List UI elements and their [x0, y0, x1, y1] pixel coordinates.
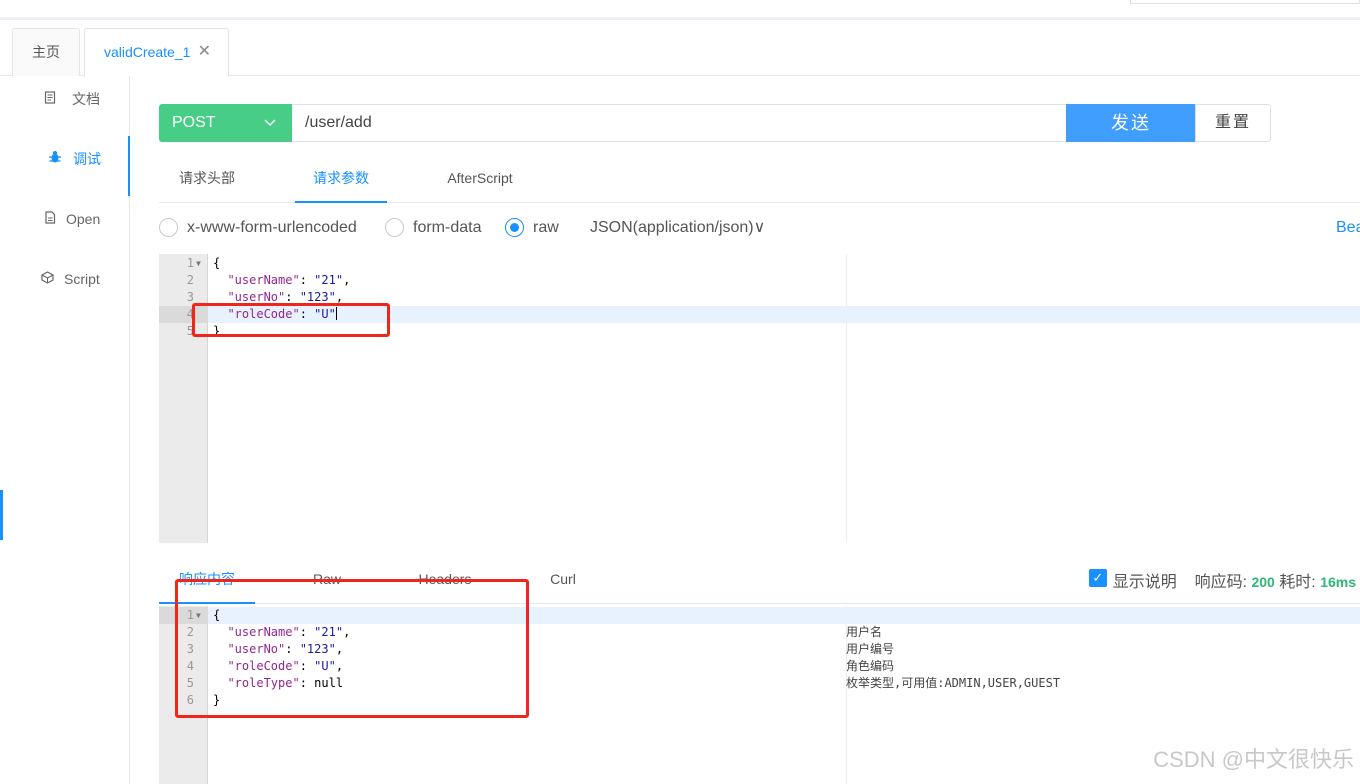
- sidebar-item-label: Open: [66, 211, 101, 227]
- page-tabbar: 主页 validCreate_1 ✕: [0, 22, 1360, 77]
- tab-curl[interactable]: Curl: [539, 560, 587, 604]
- top-bar: [0, 0, 1360, 20]
- fold-icon[interactable]: ▼: [196, 255, 201, 272]
- file-icon: [44, 196, 56, 242]
- radio-label: form-data: [413, 219, 482, 236]
- radio-label: x-www-form-urlencoded: [187, 219, 357, 236]
- field-description: 枚举类型,可用值:ADMIN,USER,GUEST: [846, 676, 1061, 690]
- time-label: 耗时:: [1279, 574, 1316, 591]
- sidebar-item-open[interactable]: Open: [0, 196, 130, 256]
- tab-afterscript[interactable]: AfterScript: [437, 155, 523, 203]
- watermark: CSDN @中文很快乐: [1153, 747, 1354, 772]
- tab-home[interactable]: 主页: [12, 28, 80, 76]
- annotation-box-response: [175, 579, 529, 718]
- document-icon: [44, 76, 56, 122]
- code-line: 1 ▼ {: [186, 255, 221, 272]
- chevron-down-icon: [264, 104, 276, 142]
- method-value: POST: [172, 114, 216, 131]
- close-icon[interactable]: ✕: [198, 29, 211, 75]
- status-code: 200: [1251, 574, 1275, 590]
- request-body-editor[interactable]: 1 ▼ { 2 "userName": "21", 3 "userNo": "12…: [159, 254, 1360, 543]
- code-icon: [41, 256, 54, 302]
- top-search-input[interactable]: [1130, 0, 1360, 4]
- sidebar-item-docs[interactable]: 文档: [0, 76, 130, 136]
- request-tabs: 请求头部 请求参数 AfterScript: [159, 155, 1360, 203]
- show-desc-label: 显示说明: [1112, 574, 1177, 591]
- code-label: 响应码:: [1194, 574, 1248, 591]
- sidebar-item-debug[interactable]: 调试: [0, 136, 130, 196]
- body-type-options: x-www-form-urlencoded form-data raw JSON…: [159, 212, 1360, 244]
- method-select[interactable]: POST: [159, 104, 292, 142]
- content-type-select[interactable]: JSON(application/json)∨: [590, 218, 765, 237]
- field-description: 用户名: [846, 625, 883, 639]
- reset-button[interactable]: 重置: [1195, 104, 1271, 142]
- radio-label: raw: [533, 219, 559, 236]
- beautify-link[interactable]: Beautify: [1336, 218, 1360, 237]
- show-desc-checkbox[interactable]: ✓: [1088, 569, 1107, 587]
- radio-urlencoded[interactable]: [159, 218, 178, 237]
- url-input[interactable]: /user/add: [292, 104, 1067, 142]
- radio-form-data[interactable]: [385, 218, 404, 237]
- code-line: 2 "userName": "21",: [186, 273, 351, 287]
- sidebar-item-script[interactable]: Script: [0, 256, 130, 316]
- send-button[interactable]: 发送: [1066, 104, 1196, 142]
- sidebar-item-label: Script: [64, 271, 100, 287]
- field-description: 用户编号: [846, 642, 895, 656]
- sidebar-item-label: 调试: [73, 151, 101, 167]
- tab-request-params[interactable]: 请求参数: [295, 155, 387, 203]
- sidebar-item-label: 文档: [72, 91, 100, 107]
- radio-raw[interactable]: [505, 218, 524, 237]
- tab-request-headers[interactable]: 请求头部: [159, 155, 255, 203]
- tab-label: validCreate_1: [104, 44, 191, 60]
- tab-validcreate[interactable]: validCreate_1 ✕: [84, 28, 229, 77]
- annotation-box-request: [192, 303, 390, 337]
- bug-icon: [48, 136, 62, 182]
- elapsed-time: 16ms: [1320, 574, 1356, 590]
- sidebar: 文档 调试 Open Script: [0, 76, 130, 784]
- field-description: 角色编码: [846, 659, 895, 673]
- response-meta: ✓ 显示说明 响应码: 200 耗时: 16ms: [1088, 568, 1356, 592]
